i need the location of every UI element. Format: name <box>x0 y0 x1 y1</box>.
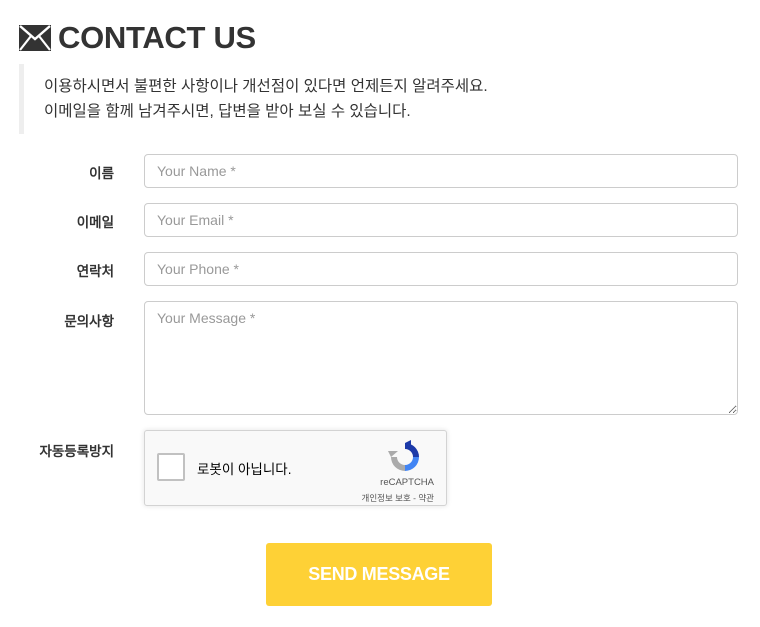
email-label: 이메일 <box>76 215 114 230</box>
message-label: 문의사항 <box>64 314 114 329</box>
name-input[interactable] <box>144 154 738 188</box>
phone-label: 연락처 <box>76 264 114 279</box>
phone-input[interactable] <box>144 252 738 286</box>
recaptcha-brand: reCAPTCHA <box>380 477 434 488</box>
envelope-icon <box>19 25 51 51</box>
page-title: CONTACT US <box>58 20 256 55</box>
recaptcha-checkbox-label: 로봇이 아닙니다. <box>197 462 292 477</box>
intro-line-1: 이용하시면서 불편한 사항이나 개선점이 있다면 언제든지 알려주세요. <box>44 78 488 95</box>
terms-link[interactable]: 약관 <box>418 493 434 503</box>
captcha-label: 자동등록방지 <box>39 444 114 459</box>
recaptcha-icon <box>388 440 419 471</box>
name-label: 이름 <box>89 166 114 181</box>
message-textarea[interactable] <box>144 301 738 415</box>
email-input[interactable] <box>144 203 738 237</box>
intro-line-2: 이메일을 함께 남겨주시면, 답변을 받아 보실 수 있습니다. <box>44 103 411 120</box>
recaptcha-checkbox[interactable] <box>157 453 185 481</box>
recaptcha-widget: 로봇이 아닙니다. reCAPTCHA 개인정보 보호 - 약관 <box>144 430 447 506</box>
send-message-button[interactable]: SEND MESSAGE <box>266 543 492 606</box>
privacy-link[interactable]: 개인정보 보호 <box>362 493 411 503</box>
recaptcha-links: 개인정보 보호 - 약관 <box>362 492 435 504</box>
intro-blockquote: 이용하시면서 불편한 사항이나 개선점이 있다면 언제든지 알려주세요. 이메일… <box>19 64 719 134</box>
page-header: CONTACT US <box>19 18 256 58</box>
